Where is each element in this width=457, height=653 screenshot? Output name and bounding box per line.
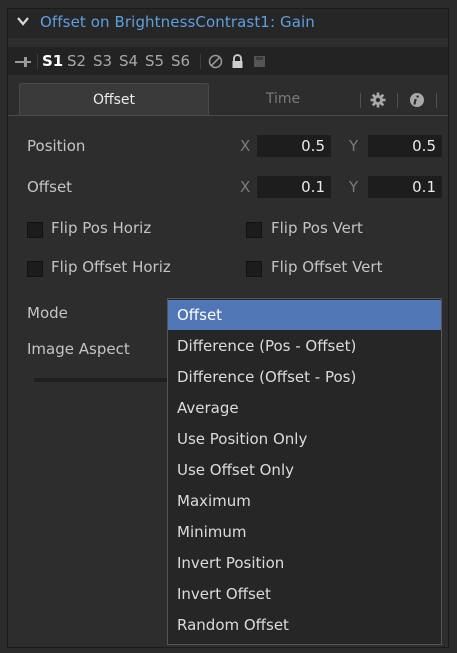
mode-option-minimum[interactable]: Minimum [168, 517, 441, 547]
position-y-field[interactable]: 0.5 [368, 135, 442, 157]
mode-dropdown-list[interactable]: Offset Difference (Pos - Offset) Differe… [167, 298, 442, 645]
info-icon[interactable] [409, 92, 425, 108]
flip-pos-vert-label[interactable]: Flip Pos Vert [271, 219, 363, 237]
mode-label: Mode [27, 304, 68, 322]
tool-header[interactable]: Offset on BrightnessContrast1: Gain [8, 9, 448, 38]
tab-time[interactable]: Time [213, 83, 353, 116]
disable-icon[interactable] [208, 54, 223, 69]
tab-separator [397, 93, 398, 108]
offset-y-label: Y [349, 178, 359, 196]
offset-x-label: X [240, 178, 251, 196]
position-x-label: X [240, 137, 251, 155]
mode-option-difference-pos-offset[interactable]: Difference (Pos - Offset) [168, 331, 441, 361]
mode-option-maximum[interactable]: Maximum [168, 486, 441, 516]
mode-option-invert-offset[interactable]: Invert Offset [168, 579, 441, 609]
mode-option-offset[interactable]: Offset [168, 300, 441, 330]
tab-offset[interactable]: Offset [19, 83, 209, 116]
gear-icon[interactable] [370, 92, 386, 108]
offset-label: Offset [27, 178, 73, 196]
version-separator [37, 54, 38, 69]
pin-icon[interactable] [14, 55, 32, 69]
mode-option-use-position-only[interactable]: Use Position Only [168, 424, 441, 454]
version-separator [200, 54, 201, 69]
version-s1[interactable]: S1 [42, 52, 63, 70]
offset-x-field[interactable]: 0.1 [257, 176, 331, 198]
lock-icon[interactable] [230, 54, 245, 69]
version-s4[interactable]: S4 [119, 52, 138, 70]
tab-separator [360, 93, 361, 108]
chevron-down-icon[interactable] [16, 14, 30, 28]
mode-option-random-offset[interactable]: Random Offset [168, 610, 441, 640]
version-s6[interactable]: S6 [171, 52, 190, 70]
flip-offset-horiz-checkbox[interactable] [27, 261, 43, 277]
position-label: Position [27, 137, 86, 155]
tab-bar: Offset Time [8, 83, 448, 116]
flip-pos-horiz-label[interactable]: Flip Pos Horiz [51, 219, 151, 237]
flip-pos-vert-checkbox[interactable] [246, 222, 262, 238]
version-s5[interactable]: S5 [145, 52, 164, 70]
version-bar: S1 S2 S3 S4 S5 S6 [8, 47, 448, 75]
version-s2[interactable]: S2 [67, 52, 86, 70]
tab-underline [8, 115, 448, 116]
version-s3[interactable]: S3 [93, 52, 112, 70]
image-aspect-slider[interactable] [34, 378, 174, 382]
flip-offset-vert-label[interactable]: Flip Offset Vert [271, 258, 382, 276]
mode-option-use-offset-only[interactable]: Use Offset Only [168, 455, 441, 485]
flip-pos-horiz-checkbox[interactable] [27, 222, 43, 238]
inspector-panel: Offset on BrightnessContrast1: Gain S1 S… [7, 8, 449, 648]
tab-separator [436, 93, 437, 108]
position-x-field[interactable]: 0.5 [257, 135, 331, 157]
flip-offset-vert-checkbox[interactable] [246, 261, 262, 277]
position-y-label: Y [349, 137, 359, 155]
mode-option-difference-offset-pos[interactable]: Difference (Offset - Pos) [168, 362, 441, 392]
image-aspect-label: Image Aspect [27, 340, 130, 358]
save-icon[interactable] [252, 54, 267, 69]
flip-offset-horiz-label[interactable]: Flip Offset Horiz [51, 258, 171, 276]
mode-option-average[interactable]: Average [168, 393, 441, 423]
mode-option-invert-position[interactable]: Invert Position [168, 548, 441, 578]
tool-title: Offset on BrightnessContrast1: Gain [40, 13, 315, 31]
offset-y-field[interactable]: 0.1 [368, 176, 442, 198]
